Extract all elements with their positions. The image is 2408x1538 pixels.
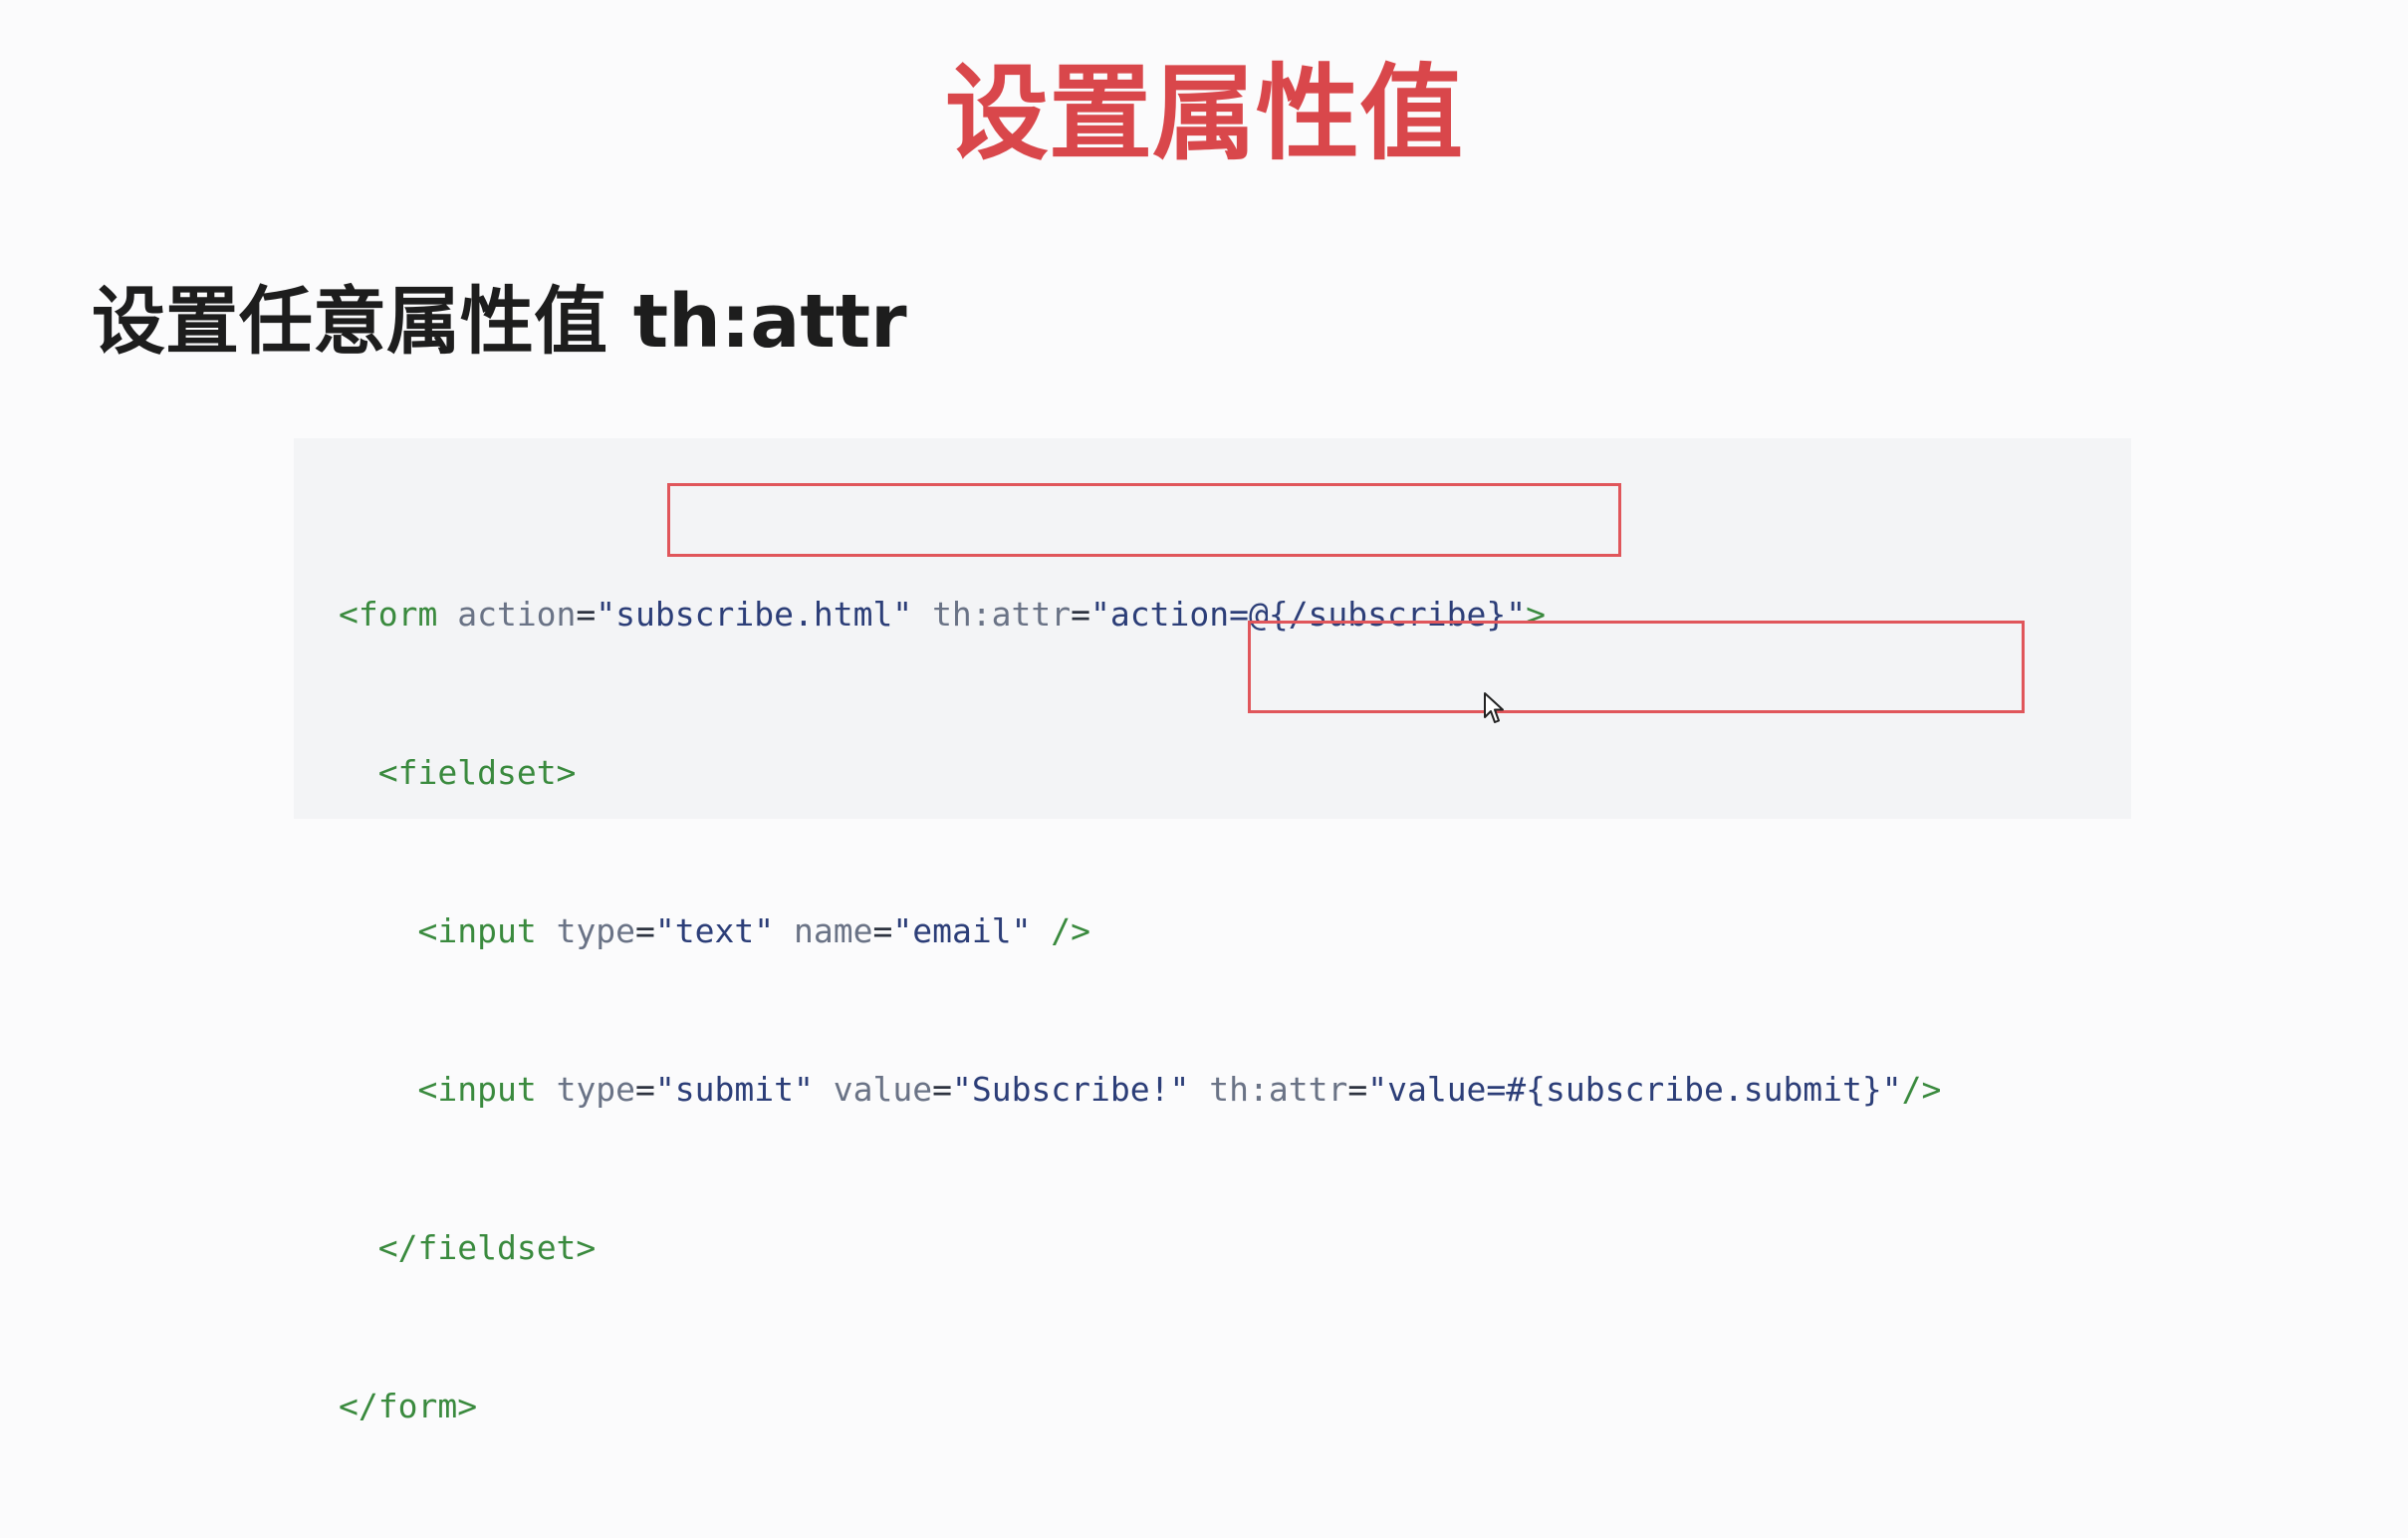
code-tag: </form> [339, 1387, 478, 1425]
section-heading: 设置任意属性值 th:attr [92, 279, 907, 365]
code-attr-value: "value=#{subscribe.submit}" [1367, 1070, 1902, 1109]
code-line-fieldset-close: </fieldset> [339, 1221, 1941, 1274]
code-attr-name: th:attr [932, 595, 1072, 634]
slide-title: 设置属性值 [944, 53, 1463, 174]
code-tag: <form [339, 595, 438, 634]
code-tag: <input [417, 911, 537, 950]
mouse-pointer-icon [1484, 692, 1504, 723]
code-attr-name: action [437, 595, 577, 634]
code-equals: = [635, 1070, 655, 1109]
code-attr-value: "Subscribe!" [951, 1070, 1190, 1109]
code-equals: = [1347, 1070, 1368, 1109]
code-line-form-close: </form> [339, 1380, 1941, 1432]
highlight-box-value-attr [1248, 621, 2025, 713]
code-line-input-submit: <input type="submit" value="Subscribe!" … [339, 1063, 1941, 1116]
code-attr-name: th:attr [1189, 1070, 1348, 1109]
code-attr-name: type [536, 911, 636, 950]
code-equals: = [932, 1070, 952, 1109]
code-tag: </fieldset> [377, 1228, 597, 1267]
code-attr-value: "subscribe.html" [596, 595, 913, 634]
code-attr-name: name [774, 911, 873, 950]
code-equals: = [576, 595, 597, 634]
code-attr-name: type [536, 1070, 636, 1109]
code-equals: = [872, 911, 893, 950]
highlight-box-action-attr [667, 483, 1621, 557]
code-attr-value: "text" [654, 911, 775, 950]
code-tag: <input [417, 1070, 537, 1109]
code-tag-close: /> [1031, 911, 1091, 950]
code-equals: = [1071, 595, 1091, 634]
code-attr-name: value [813, 1070, 933, 1109]
code-tag-close: /> [1901, 1070, 1942, 1109]
code-tag: <fieldset> [377, 753, 577, 792]
code-attr-value: "email" [892, 911, 1032, 950]
code-attr-value: "submit" [654, 1070, 814, 1109]
code-line-fieldset-open: <fieldset> [339, 746, 1941, 799]
code-line-input-email: <input type="text" name="email" /> [339, 904, 1941, 957]
code-equals: = [635, 911, 655, 950]
